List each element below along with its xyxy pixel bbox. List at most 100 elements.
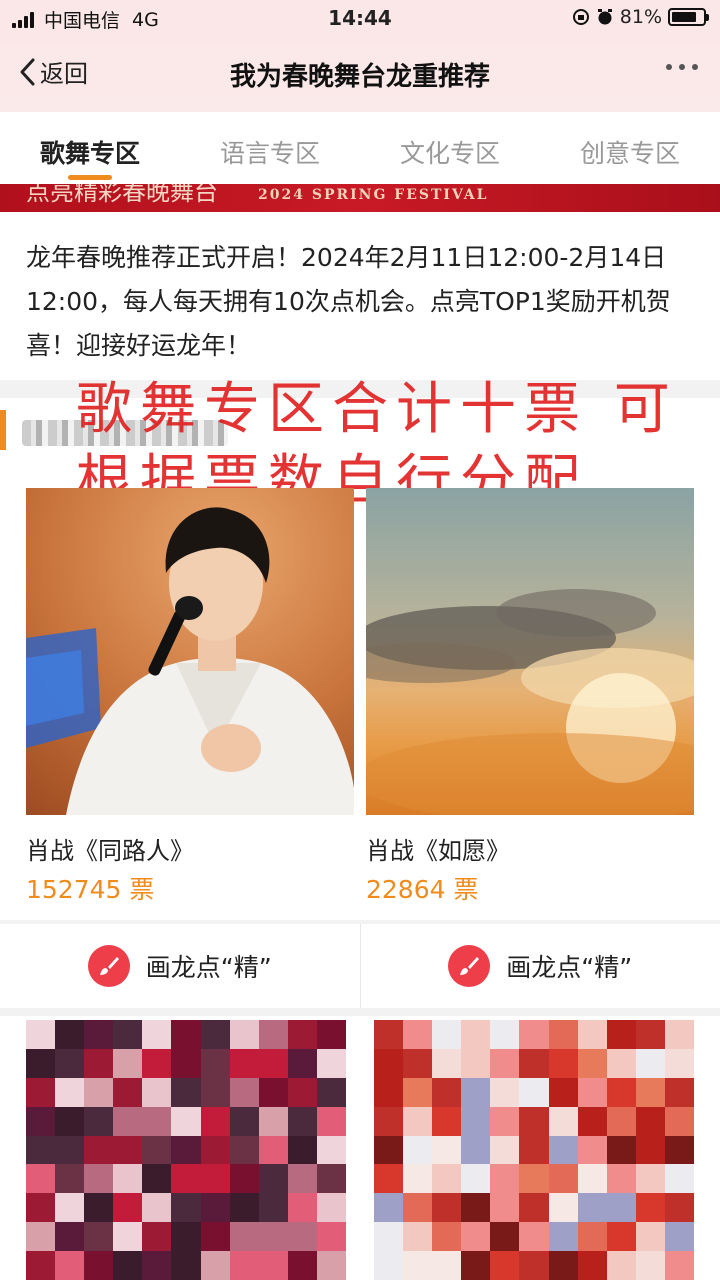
mosaic-tile — [374, 1193, 404, 1223]
back-button[interactable]: 返回 — [18, 54, 88, 89]
vote-button[interactable]: 画龙点“精” — [359, 924, 720, 1008]
more-options-icon[interactable] — [659, 64, 698, 70]
program-card[interactable]: 肖战《如愿》 22864 票 — [366, 488, 694, 906]
mosaic-tile — [635, 1135, 665, 1165]
mosaic-tile — [664, 1106, 694, 1136]
mosaic-tile — [374, 1164, 404, 1194]
mosaic-tile — [84, 1020, 114, 1049]
mosaic-tile — [490, 1048, 520, 1078]
mosaic-tile — [664, 1135, 694, 1165]
vote-actions: 画龙点“精” 画龙点“精” — [0, 924, 720, 1008]
mosaic-tile — [432, 1251, 462, 1280]
mosaic-tile — [287, 1077, 317, 1107]
mosaic-tile — [200, 1193, 230, 1223]
mosaic-tile — [403, 1048, 433, 1078]
mosaic-tile — [229, 1048, 259, 1078]
mosaic-tile — [229, 1135, 259, 1165]
mosaic-tile — [26, 1048, 56, 1078]
mosaic-tile — [577, 1135, 607, 1165]
mosaic-tile — [548, 1193, 578, 1223]
mosaic-tile — [490, 1020, 520, 1049]
mosaic-tile — [519, 1222, 549, 1252]
mosaic-tile — [635, 1164, 665, 1194]
event-banner: 点亮精彩春晚舞台 2024 SPRING FESTIVAL — [0, 184, 720, 212]
mosaic-tile — [548, 1164, 578, 1194]
status-bar: 中国电信 4G 14:44 81% — [0, 0, 720, 36]
mosaic-tile — [142, 1106, 172, 1136]
mosaic-tile — [113, 1251, 143, 1280]
mosaic-tile — [635, 1222, 665, 1252]
mosaic-tile — [664, 1048, 694, 1078]
mosaic-tile — [26, 1106, 56, 1136]
mosaic-tile — [635, 1251, 665, 1280]
mosaic-tile — [403, 1135, 433, 1165]
mosaic-tile — [26, 1135, 56, 1165]
program-card[interactable]: 肖战《同路人》 152745 票 — [26, 488, 354, 906]
mosaic-tile — [316, 1048, 346, 1078]
mosaic-tile — [403, 1077, 433, 1107]
mosaic-tile — [113, 1048, 143, 1078]
mosaic-tile — [432, 1135, 462, 1165]
blurred-thumbnail[interactable] — [374, 1020, 694, 1280]
mosaic-tile — [519, 1077, 549, 1107]
banner-text: 点亮精彩春晚舞台 — [26, 184, 218, 206]
mosaic-tile — [287, 1251, 317, 1280]
mosaic-tile — [606, 1193, 636, 1223]
mosaic-tile — [258, 1135, 288, 1165]
tab-song-dance[interactable]: 歌舞专区 — [0, 112, 180, 184]
mosaic-tile — [171, 1164, 201, 1194]
mosaic-tile — [606, 1222, 636, 1252]
section-divider — [0, 1008, 720, 1016]
program-thumbnail[interactable] — [366, 488, 694, 815]
mosaic-tile — [84, 1222, 114, 1252]
mosaic-tile — [113, 1077, 143, 1107]
program-thumbnail[interactable] — [26, 488, 354, 815]
mosaic-tile — [635, 1077, 665, 1107]
mosaic-tile — [577, 1164, 607, 1194]
mosaic-tile — [461, 1222, 491, 1252]
mosaic-tile — [374, 1222, 404, 1252]
mosaic-tile — [113, 1106, 143, 1136]
mosaic-tile — [403, 1106, 433, 1136]
program-title: 肖战《同路人》 — [26, 837, 194, 865]
vote-button[interactable]: 画龙点“精” — [0, 924, 360, 1008]
mosaic-tile — [287, 1106, 317, 1136]
tab-creative[interactable]: 创意专区 — [540, 112, 720, 184]
mosaic-tile — [403, 1193, 433, 1223]
tab-language[interactable]: 语言专区 — [180, 112, 360, 184]
mosaic-tile — [490, 1164, 520, 1194]
mosaic-tile — [200, 1222, 230, 1252]
section-header — [0, 398, 720, 464]
mosaic-tile — [171, 1251, 201, 1280]
mosaic-tile — [229, 1222, 259, 1252]
mosaic-tile — [229, 1251, 259, 1280]
mosaic-tile — [26, 1077, 56, 1107]
mosaic-tile — [519, 1048, 549, 1078]
tab-culture[interactable]: 文化专区 — [360, 112, 540, 184]
mosaic-tile — [200, 1164, 230, 1194]
mosaic-tile — [664, 1222, 694, 1252]
mosaic-tile — [664, 1193, 694, 1223]
mosaic-tile — [200, 1106, 230, 1136]
chevron-left-icon — [20, 58, 35, 85]
mosaic-tile — [171, 1106, 201, 1136]
mosaic-tile — [287, 1020, 317, 1049]
mosaic-tile — [403, 1164, 433, 1194]
mosaic-tile — [461, 1048, 491, 1078]
mosaic-tile — [171, 1135, 201, 1165]
mosaic-tile — [55, 1077, 85, 1107]
mosaic-tile — [84, 1193, 114, 1223]
mosaic-tile — [461, 1193, 491, 1223]
mosaic-tile — [171, 1077, 201, 1107]
mosaic-tile — [55, 1048, 85, 1078]
blurred-thumbnail[interactable] — [26, 1020, 346, 1280]
mosaic-tile — [287, 1193, 317, 1223]
mosaic-tile — [374, 1020, 404, 1049]
mosaic-tile — [635, 1193, 665, 1223]
mosaic-tile — [461, 1077, 491, 1107]
mosaic-tile — [548, 1222, 578, 1252]
mosaic-tile — [548, 1135, 578, 1165]
mosaic-tile — [316, 1020, 346, 1049]
mosaic-tile — [635, 1106, 665, 1136]
mosaic-tile — [403, 1222, 433, 1252]
